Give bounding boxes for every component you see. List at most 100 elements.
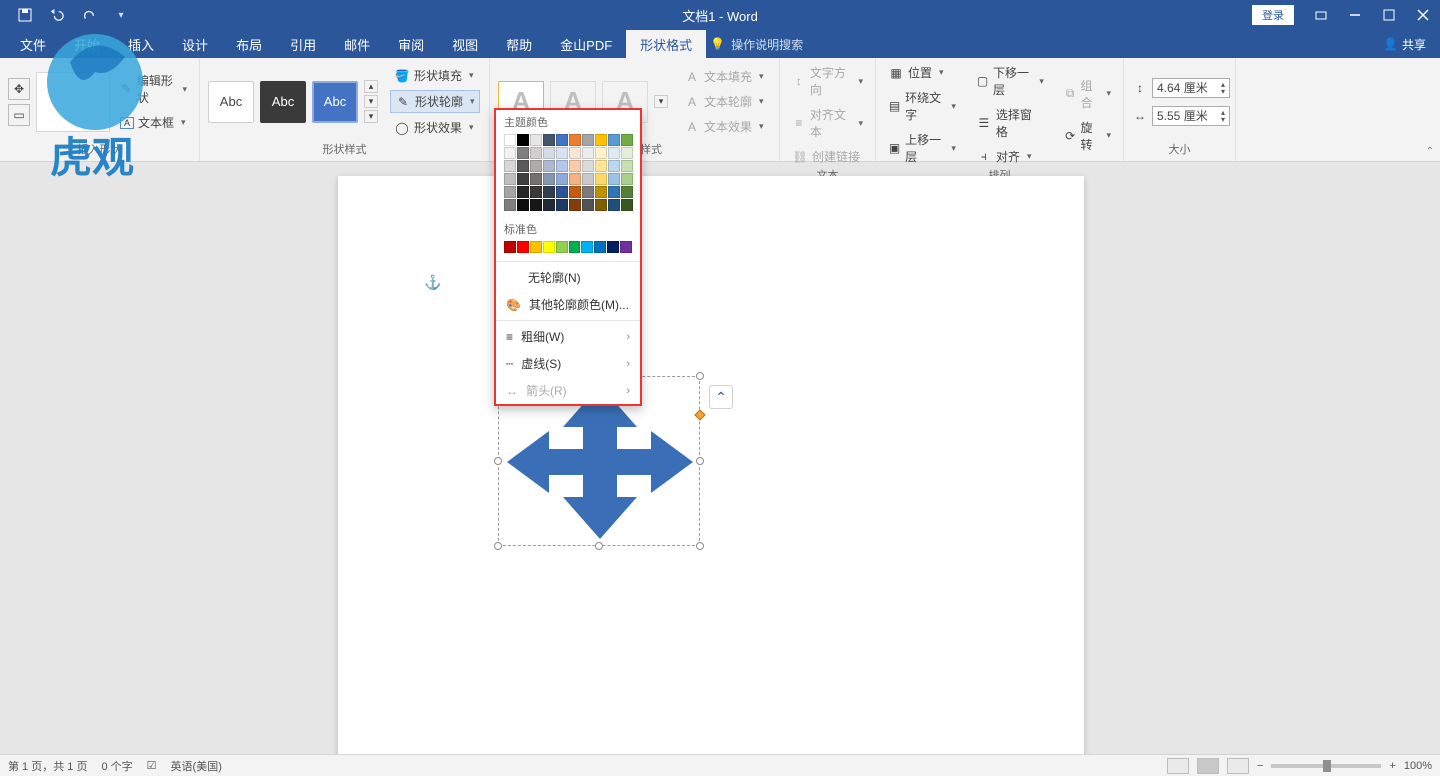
color-swatch[interactable] bbox=[582, 160, 594, 172]
color-swatch[interactable] bbox=[595, 186, 607, 198]
redo-icon[interactable] bbox=[82, 8, 96, 22]
language-indicator[interactable]: 英语(美国) bbox=[171, 758, 222, 774]
color-swatch[interactable] bbox=[608, 134, 620, 146]
color-swatch[interactable] bbox=[595, 199, 607, 211]
color-swatch[interactable] bbox=[530, 147, 542, 159]
color-swatch[interactable] bbox=[595, 134, 607, 146]
word-count[interactable]: 0 个字 bbox=[101, 758, 132, 774]
height-field[interactable]: ↕ 4.64 厘米▴▾ bbox=[1132, 78, 1230, 98]
color-swatch[interactable] bbox=[608, 147, 620, 159]
color-swatch[interactable] bbox=[582, 199, 594, 211]
color-swatch[interactable] bbox=[595, 173, 607, 185]
color-swatch[interactable] bbox=[530, 134, 542, 146]
more-colors-item[interactable]: 🎨其他轮廓颜色(M)... bbox=[496, 291, 640, 318]
layout-options-button[interactable]: ⌃ bbox=[709, 385, 733, 409]
color-swatch[interactable] bbox=[556, 147, 568, 159]
color-swatch[interactable] bbox=[608, 199, 620, 211]
position-button[interactable]: ▦位置▾ bbox=[884, 62, 960, 83]
shapes-gallery[interactable] bbox=[36, 72, 110, 132]
color-swatch[interactable] bbox=[569, 160, 581, 172]
send-backward-button[interactable]: ▢下移一层▾ bbox=[972, 62, 1048, 100]
rotate-button[interactable]: ⟳旋转▾ bbox=[1060, 117, 1115, 155]
no-outline-item[interactable]: 无轮廓(N) bbox=[496, 264, 640, 291]
color-swatch[interactable] bbox=[582, 134, 594, 146]
color-swatch[interactable] bbox=[504, 241, 516, 253]
tab-shape-format[interactable]: 形状格式 bbox=[626, 30, 706, 58]
color-swatch[interactable] bbox=[504, 134, 516, 146]
share-button[interactable]: 👤 共享 bbox=[1383, 30, 1426, 58]
move-icon[interactable]: ✥ bbox=[8, 78, 30, 100]
wordart-more[interactable]: ▾ bbox=[654, 95, 668, 108]
shape-fill-button[interactable]: 🪣形状填充▾ bbox=[390, 65, 480, 86]
view-web-layout[interactable] bbox=[1227, 758, 1249, 774]
theme-color-grid[interactable] bbox=[496, 132, 640, 217]
close-icon[interactable] bbox=[1406, 0, 1440, 30]
view-print-layout[interactable] bbox=[1197, 758, 1219, 774]
color-swatch[interactable] bbox=[504, 199, 516, 211]
color-swatch[interactable] bbox=[569, 173, 581, 185]
standard-color-row[interactable] bbox=[496, 239, 640, 259]
tab-references[interactable]: 引用 bbox=[276, 30, 330, 58]
style-scroll-down[interactable]: ▾ bbox=[364, 95, 378, 108]
color-swatch[interactable] bbox=[543, 134, 555, 146]
color-swatch[interactable] bbox=[608, 160, 620, 172]
color-swatch[interactable] bbox=[556, 160, 568, 172]
style-preset-1[interactable]: Abc bbox=[208, 81, 254, 123]
text-effects-button[interactable]: A文本效果▾ bbox=[680, 116, 768, 137]
color-swatch[interactable] bbox=[530, 199, 542, 211]
tab-insert[interactable]: 插入 bbox=[114, 30, 168, 58]
color-swatch[interactable] bbox=[517, 134, 529, 146]
color-swatch[interactable] bbox=[621, 173, 633, 185]
color-swatch[interactable] bbox=[556, 134, 568, 146]
zoom-out-button[interactable]: − bbox=[1257, 760, 1263, 772]
weight-submenu[interactable]: ≡粗细(W) bbox=[496, 323, 640, 350]
style-more[interactable]: ▾ bbox=[364, 110, 378, 123]
save-icon[interactable] bbox=[18, 8, 32, 22]
color-swatch[interactable] bbox=[621, 186, 633, 198]
color-swatch[interactable] bbox=[582, 173, 594, 185]
color-swatch[interactable] bbox=[517, 186, 529, 198]
color-swatch[interactable] bbox=[569, 199, 581, 211]
zoom-level[interactable]: 100% bbox=[1404, 760, 1432, 772]
text-outline-button[interactable]: A文本轮廓▾ bbox=[680, 91, 768, 112]
color-swatch[interactable] bbox=[504, 160, 516, 172]
color-swatch[interactable] bbox=[595, 160, 607, 172]
color-swatch[interactable] bbox=[517, 160, 529, 172]
align-text-button[interactable]: ≡对齐文本▾ bbox=[788, 104, 867, 142]
color-swatch[interactable] bbox=[620, 241, 632, 253]
minimize-icon[interactable] bbox=[1338, 0, 1372, 30]
tab-layout[interactable]: 布局 bbox=[222, 30, 276, 58]
tab-mailings[interactable]: 邮件 bbox=[330, 30, 384, 58]
dashes-submenu[interactable]: ┄虚线(S) bbox=[496, 350, 640, 377]
tab-jspdf[interactable]: 金山PDF bbox=[546, 30, 626, 58]
color-swatch[interactable] bbox=[517, 241, 529, 253]
style-preset-3[interactable]: Abc bbox=[312, 81, 358, 123]
wrap-text-button[interactable]: ▤环绕文字▾ bbox=[884, 87, 960, 125]
color-swatch[interactable] bbox=[543, 199, 555, 211]
shape-outline-button[interactable]: ✎形状轮廓▾ bbox=[390, 90, 480, 113]
tab-design[interactable]: 设计 bbox=[168, 30, 222, 58]
color-swatch[interactable] bbox=[517, 199, 529, 211]
color-swatch[interactable] bbox=[556, 199, 568, 211]
group-objects-button[interactable]: ⧉组合▾ bbox=[1060, 75, 1115, 113]
color-swatch[interactable] bbox=[621, 134, 633, 146]
color-swatch[interactable] bbox=[621, 147, 633, 159]
maximize-icon[interactable] bbox=[1372, 0, 1406, 30]
color-swatch[interactable] bbox=[569, 241, 581, 253]
zoom-slider[interactable] bbox=[1271, 764, 1381, 768]
color-swatch[interactable] bbox=[504, 186, 516, 198]
color-swatch[interactable] bbox=[581, 241, 593, 253]
color-swatch[interactable] bbox=[569, 134, 581, 146]
color-swatch[interactable] bbox=[608, 173, 620, 185]
color-swatch[interactable] bbox=[543, 186, 555, 198]
textbox-button[interactable]: A文本框▾ bbox=[116, 112, 191, 133]
color-swatch[interactable] bbox=[594, 241, 606, 253]
text-direction-button[interactable]: ↕文字方向▾ bbox=[788, 62, 867, 100]
zoom-in-button[interactable]: + bbox=[1389, 760, 1395, 772]
color-swatch[interactable] bbox=[530, 173, 542, 185]
style-preset-2[interactable]: Abc bbox=[260, 81, 306, 123]
color-swatch[interactable] bbox=[543, 147, 555, 159]
tab-file[interactable]: 文件 bbox=[6, 30, 60, 58]
edit-shape-button[interactable]: ✎编辑形状▾ bbox=[116, 70, 191, 108]
color-swatch[interactable] bbox=[517, 147, 529, 159]
